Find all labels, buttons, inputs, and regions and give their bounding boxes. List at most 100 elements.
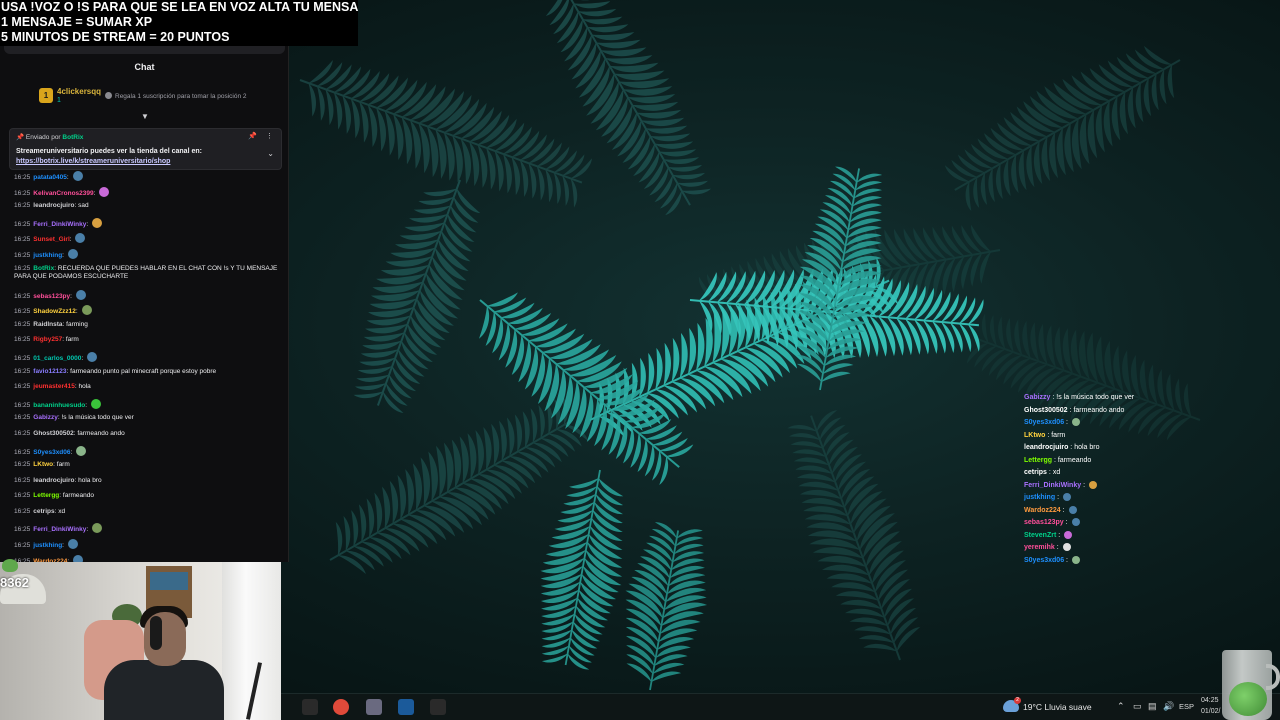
chevron-up-icon[interactable]: ⌃ <box>1117 701 1125 712</box>
chrome-icon[interactable] <box>333 699 349 715</box>
message-username[interactable]: 01_carlos_0000 <box>33 355 81 362</box>
message-time: 16:25 <box>14 264 31 272</box>
chat-message: 16:25 Lettergg: farmeando <box>14 491 284 507</box>
message-time: 16:25 <box>14 174 31 181</box>
collapse-icon[interactable]: ▼ <box>141 113 151 121</box>
message-time: 16:25 <box>14 354 31 362</box>
message-time: 16:25 <box>14 220 31 228</box>
emote-icon <box>76 445 87 456</box>
leader-count: 1 <box>57 97 61 104</box>
message-username[interactable]: justkhing <box>33 542 62 549</box>
overlay-username: cetrips <box>1024 469 1047 476</box>
message-username[interactable]: S0yes3xd06 <box>33 449 70 456</box>
message-username[interactable]: KelivanCronos2399 <box>33 190 93 197</box>
message-username[interactable]: bananinhuesudo <box>33 402 85 409</box>
message-time: 16:25 <box>14 461 31 469</box>
overlay-username: Gabizzy <box>1024 394 1051 401</box>
display-icon[interactable]: ▭ <box>1133 701 1142 712</box>
pinned-link[interactable]: https://botrix.live/k/streameruniversita… <box>16 157 266 167</box>
message-username[interactable]: Gabizzy <box>33 414 58 421</box>
overlay-chat: Gabizzy : !s la música todo que ver Ghost… <box>1024 392 1280 580</box>
message-username[interactable]: patata0405 <box>33 174 67 181</box>
clock-date[interactable]: 01/02/ <box>1201 708 1220 715</box>
app-icon[interactable] <box>366 699 382 715</box>
chat-message: 16:25 Rigby257: farm <box>14 335 284 351</box>
emote-icon <box>1088 480 1097 489</box>
message-username[interactable]: favio12123 <box>33 368 66 375</box>
volume-icon[interactable]: 🔊 <box>1163 701 1174 712</box>
leader-username[interactable]: 4clickersqq <box>57 87 101 96</box>
chat-message: 16:25 justkhing: <box>14 248 284 264</box>
message-text: hola <box>78 383 91 391</box>
message-username[interactable]: Ghost300502 <box>33 430 73 437</box>
pinned-bot-name[interactable]: BotRix <box>62 134 83 141</box>
chat-message: 16:25 ShadowZzz12: <box>14 304 284 320</box>
message-username[interactable]: BotRix <box>33 265 54 272</box>
weather-text[interactable]: 19°C Lluvia suave <box>1023 702 1092 712</box>
message-username[interactable]: Rigby257 <box>33 336 62 343</box>
streamer-body <box>104 660 224 720</box>
overlay-text: hola bro <box>1074 444 1100 451</box>
gift-prompt[interactable]: Regala 1 suscripción para tomar la posic… <box>105 92 247 100</box>
overlay-message: sebas123py : <box>1024 517 1280 530</box>
language-indicator[interactable]: ESP <box>1179 702 1194 711</box>
message-time: 16:25 <box>14 251 31 259</box>
pinned-message[interactable]: 📌 Enviado por BotRix 📌 ⋮ ⌄ Streamerunive… <box>9 128 282 170</box>
lucid-icon[interactable] <box>302 699 318 715</box>
chat-message: 16:25 01_carlos_0000: <box>14 351 284 367</box>
message-username[interactable]: RaidInsta <box>33 321 62 328</box>
clock-time[interactable]: 04:25 <box>1201 697 1219 704</box>
message-time: 16:25 <box>14 383 31 391</box>
message-colon: : <box>70 448 75 456</box>
message-username[interactable]: LKtwo <box>33 461 53 468</box>
chevron-down-icon[interactable]: ⌄ <box>267 149 274 158</box>
chat-message: 16:25 cetrips: xd <box>14 507 284 523</box>
leaderboard[interactable]: 1 4clickersqq 1 Regala 1 suscripción par… <box>36 85 286 109</box>
chat-message: 16:25 Sunset_Girl: <box>14 232 284 248</box>
message-time: 16:25 <box>14 308 31 316</box>
message-username[interactable]: Ferri_DinkiWinky <box>33 526 86 533</box>
emote-icon <box>72 554 83 562</box>
overlay-username: Wardoz224 <box>1024 506 1061 514</box>
message-username[interactable]: cetrips <box>33 508 54 515</box>
message-colon: : <box>86 220 90 228</box>
fern-frond <box>625 522 708 691</box>
pin-icon[interactable]: 📌 <box>248 132 257 140</box>
epic-icon[interactable] <box>430 699 446 715</box>
chat-message: 16:25 leandrocjuiro: hola bro <box>14 476 284 492</box>
message-time: 16:25 <box>14 367 31 375</box>
chat-message: 16:25 BotRix: RECUERDA QUE PUEDES HABLAR … <box>14 264 284 289</box>
message-text: sad <box>78 202 89 210</box>
message-text: farm <box>56 461 70 469</box>
message-username[interactable]: leandrocjuiro <box>33 477 74 484</box>
message-username[interactable]: ShadowZzz12 <box>33 308 76 315</box>
overlay-colon: : <box>1081 481 1087 489</box>
overlay-colon: : <box>1064 419 1070 426</box>
chat-message: 16:25 leandrocjuiro: sad <box>14 201 284 217</box>
overlay-message: Ferri_DinkiWinky : <box>1024 480 1280 493</box>
network-icon[interactable]: ▤ <box>1148 701 1157 712</box>
message-username[interactable]: Lettergg <box>33 492 59 499</box>
message-username[interactable]: justkhing <box>33 252 62 259</box>
message-username[interactable]: Sunset_Girl <box>33 236 69 243</box>
message-username[interactable]: Ferri_DinkiWinky <box>33 221 86 228</box>
overlay-username: StevenZrt <box>1024 531 1057 539</box>
banner-line: 1 MENSAJE = SUMAR XP <box>1 15 153 29</box>
message-colon: : <box>75 308 80 316</box>
message-username[interactable]: jeumaster415 <box>33 383 75 390</box>
fern-frond <box>944 45 1181 212</box>
overlay-colon: : <box>1064 556 1070 564</box>
chat-message: 16:25 patata0405: <box>14 170 284 186</box>
more-options-icon[interactable]: ⋮ <box>266 132 273 140</box>
chat-message: 16:25 KelivanCronos2399: <box>14 186 284 202</box>
chat-message: 16:25 favio12123: farmeando punto pal min… <box>14 367 284 383</box>
emote-icon <box>86 351 97 362</box>
emote-icon <box>1071 555 1080 564</box>
steam-icon[interactable] <box>398 699 414 715</box>
message-username[interactable]: leandrocjuiro <box>33 202 74 209</box>
stream-overlay-banner: USA !VOZ O !S PARA QUE SE LEA EN VOZ ALT… <box>0 0 358 46</box>
message-username[interactable]: sebas123py <box>33 293 70 300</box>
overlay-username: S0yes3xd06 <box>1024 556 1065 564</box>
message-time: 16:25 <box>14 448 31 456</box>
chat-message: 16:25 justkhing: <box>14 538 284 554</box>
